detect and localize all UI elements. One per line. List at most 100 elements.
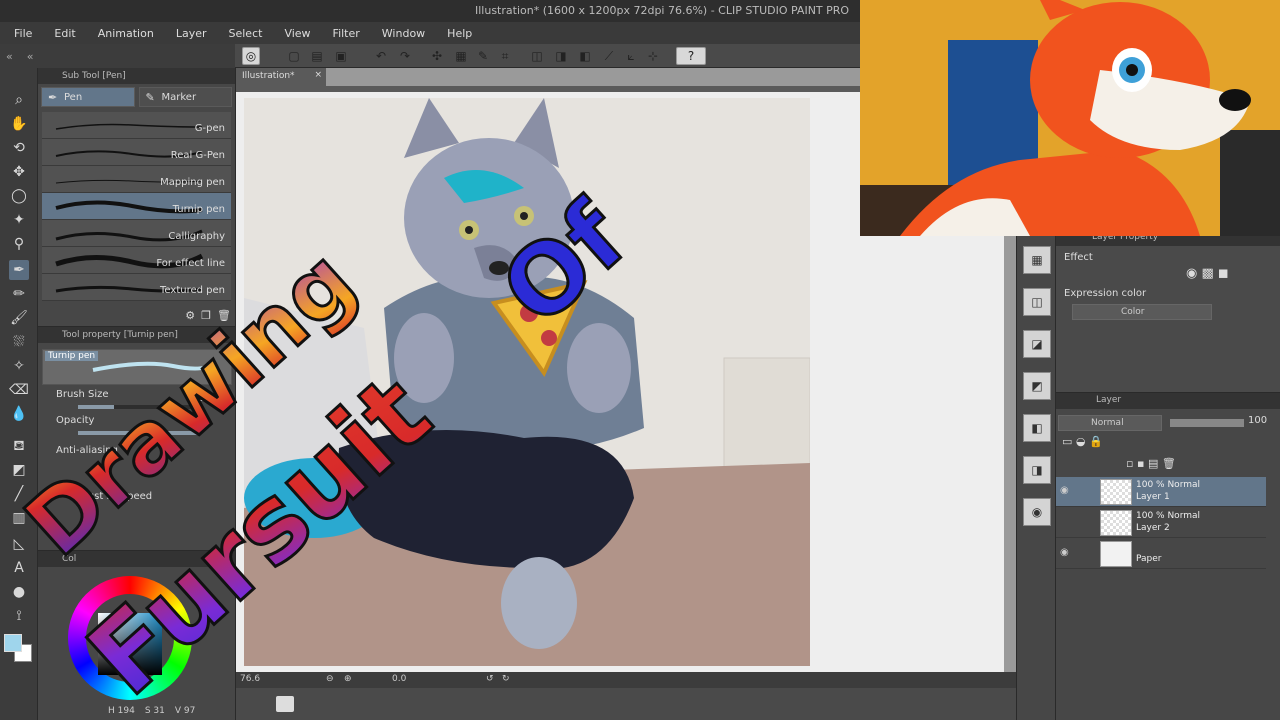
open-file-icon[interactable]: ▤ — [308, 47, 326, 65]
menu-layer[interactable]: Layer — [176, 27, 207, 40]
hand-tool-icon[interactable]: ✋ — [9, 114, 29, 134]
clear-outside-icon[interactable]: ▦ — [452, 47, 470, 65]
tab-pen[interactable]: ✒ Pen — [41, 87, 135, 107]
border-effect-icon[interactable]: ◉ ▩ ◼ — [1186, 266, 1229, 281]
lock-icon[interactable]: 🔒 — [1089, 435, 1103, 448]
brush-size-slider[interactable] — [78, 405, 198, 409]
tab-marker[interactable]: ✎ Marker — [138, 87, 232, 107]
decoration-tool-icon[interactable]: ✧ — [9, 356, 29, 376]
rotate-tool-icon[interactable]: ⟲ — [9, 138, 29, 158]
blend-mode-select[interactable]: Normal — [1058, 415, 1162, 431]
save-icon[interactable]: ▣ — [332, 47, 350, 65]
snap-ruler-icon[interactable]: ⟋ — [600, 47, 618, 65]
zoom-out-icon[interactable]: ⊖ — [326, 674, 334, 684]
selection-tool-icon[interactable]: ◯ — [9, 186, 29, 206]
menu-edit[interactable]: Edit — [54, 27, 75, 40]
clip-layer-icon[interactable]: ▭ — [1062, 435, 1072, 448]
material-icon[interactable]: ◩ — [1023, 372, 1051, 400]
zoom-tool-icon[interactable]: ⌕ — [9, 90, 29, 110]
redo-icon[interactable]: ↷ — [396, 47, 414, 65]
eye-icon[interactable]: ◉ — [1060, 547, 1069, 558]
brush-item[interactable]: Mapping pen — [42, 166, 231, 193]
deselect-icon[interactable]: ◫ — [528, 47, 546, 65]
settings-icon[interactable]: ⚙ — [185, 309, 195, 322]
auto-action-icon[interactable]: ◉ — [1023, 498, 1051, 526]
layer-search-icon[interactable]: ◪ — [1023, 330, 1051, 358]
layer-row[interactable]: ◉ 100 % Normal Layer 1 — [1056, 477, 1266, 507]
history-icon[interactable]: ◨ — [1023, 456, 1051, 484]
snap-grid-icon[interactable]: ⊹ — [644, 47, 662, 65]
move-tool-icon[interactable]: ✥ — [9, 162, 29, 182]
delete-subtool-icon[interactable]: 🗑 — [217, 309, 231, 322]
tool-property-icon[interactable]: ◫ — [1023, 288, 1051, 316]
brush-item[interactable]: G-pen — [42, 112, 231, 139]
fill-tool-icon[interactable]: ⛾ — [9, 436, 29, 456]
brush-item[interactable]: Calligraphy — [42, 220, 231, 247]
text-tool-icon[interactable]: A — [9, 558, 29, 578]
pen-tool-icon[interactable]: ✒ — [9, 260, 29, 280]
eyedropper-tool-icon[interactable]: ⚲ — [9, 234, 29, 254]
menu-window[interactable]: Window — [382, 27, 425, 40]
snap-special-ruler-icon[interactable]: ⟀ — [622, 47, 640, 65]
collapse-left-icon[interactable]: « — [6, 50, 13, 63]
new-vector-layer-icon[interactable]: ▪ — [1137, 457, 1144, 470]
angle-readout[interactable]: 0.0 — [392, 674, 406, 684]
opacity-slider[interactable] — [78, 431, 198, 435]
balloon-tool-icon[interactable]: ● — [9, 582, 29, 602]
horizontal-scrollbar[interactable] — [236, 688, 1016, 720]
tab-document[interactable]: Illustration* × — [236, 68, 326, 86]
menu-file[interactable]: File — [14, 27, 32, 40]
navigator-icon[interactable] — [276, 696, 294, 712]
blend-tool-icon[interactable]: 💧 — [9, 404, 29, 424]
figure-tool-icon[interactable]: ╱ — [9, 484, 29, 504]
menu-help[interactable]: Help — [447, 27, 472, 40]
zoom-in-icon[interactable]: ⊕ — [344, 674, 352, 684]
transform-icon[interactable]: ⌗ — [496, 47, 514, 65]
menu-animation[interactable]: Animation — [98, 27, 154, 40]
layer-property-icon[interactable]: ▦ — [1023, 246, 1051, 274]
auto-select-tool-icon[interactable]: ✦ — [9, 210, 29, 230]
copy-subtool-icon[interactable]: ❐ — [201, 309, 211, 322]
new-raster-layer-icon[interactable]: ▫ — [1126, 457, 1133, 470]
menu-select[interactable]: Select — [229, 27, 263, 40]
brush-item[interactable]: Textured pen — [42, 274, 231, 301]
gradient-tool-icon[interactable]: ◩ — [9, 460, 29, 480]
airbrush-tool-icon[interactable]: ⛆ — [9, 332, 29, 352]
ruler-tool-icon[interactable]: ◺ — [9, 534, 29, 554]
expression-color-select[interactable]: Color — [1072, 304, 1212, 320]
pencil-tool-icon[interactable]: ✏ — [9, 284, 29, 304]
clear-icon[interactable]: ✣ — [428, 47, 446, 65]
reference-layer-icon[interactable]: ◒ — [1076, 435, 1086, 448]
rotate-right-icon[interactable]: ↻ — [502, 674, 510, 684]
saturation-value-square[interactable] — [98, 613, 162, 675]
eraser-tool-icon[interactable]: ⌫ — [9, 380, 29, 400]
brush-tool-icon[interactable]: 🖌 — [9, 308, 29, 328]
help-icon[interactable]: ? — [676, 47, 706, 65]
main-color-swatch[interactable] — [4, 634, 22, 652]
new-folder-icon[interactable]: ▤ — [1148, 457, 1158, 470]
frame-tool-icon[interactable]: ▥ — [9, 508, 29, 528]
fill-icon[interactable]: ✎ — [474, 47, 492, 65]
zoom-readout[interactable]: 76.6 — [240, 674, 260, 684]
collapse-right-icon[interactable]: « — [27, 50, 34, 63]
brush-item[interactable]: For effect line — [42, 247, 231, 274]
sub-view-icon[interactable]: ◧ — [1023, 414, 1051, 442]
eye-icon[interactable]: ◉ — [1060, 485, 1069, 496]
close-icon[interactable]: × — [314, 70, 322, 80]
brush-size-value[interactable]: 9.3 — [189, 393, 205, 404]
layer-row[interactable]: ◉ Paper — [1056, 539, 1266, 569]
opacity-value[interactable]: 100 — [186, 419, 205, 430]
menu-filter[interactable]: Filter — [333, 27, 360, 40]
rotate-left-icon[interactable]: ↺ — [486, 674, 494, 684]
layer-opacity-slider[interactable] — [1170, 419, 1244, 427]
menu-view[interactable]: View — [284, 27, 310, 40]
invert-selection-icon[interactable]: ◨ — [552, 47, 570, 65]
delete-layer-icon[interactable]: 🗑 — [1162, 457, 1176, 470]
layer-row[interactable]: 100 % Normal Layer 2 — [1056, 508, 1266, 538]
undo-icon[interactable]: ↶ — [372, 47, 390, 65]
brush-item[interactable]: Real G-Pen — [42, 139, 231, 166]
layer-opacity-value[interactable]: 100 — [1248, 415, 1267, 426]
correct-line-tool-icon[interactable]: ⟟ — [9, 606, 29, 626]
brush-item[interactable]: Turnip pen — [42, 193, 231, 220]
clip-studio-icon[interactable]: ◎ — [242, 47, 260, 65]
